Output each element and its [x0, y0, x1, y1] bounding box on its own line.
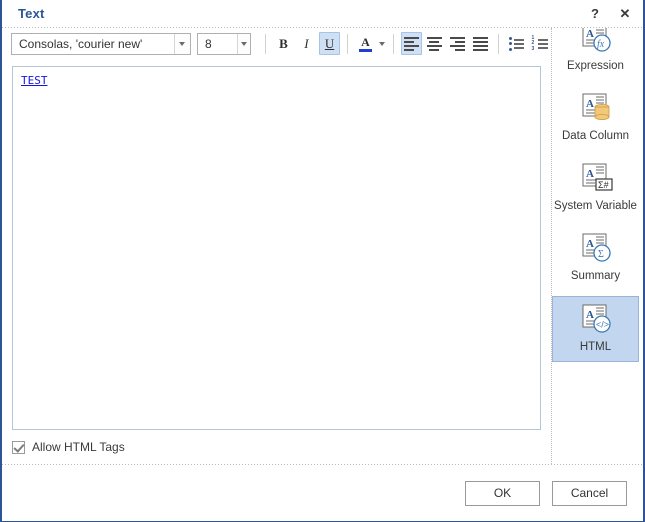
underline-icon: U [324, 36, 335, 51]
svg-text:Σ#: Σ# [598, 180, 609, 190]
close-icon[interactable]: ✕ [617, 5, 633, 23]
toolbar-divider [498, 33, 499, 54]
svg-text:A: A [586, 238, 594, 250]
element-panel-scrollbar[interactable] [639, 28, 643, 464]
font-color-chevron-down-icon[interactable] [377, 32, 387, 55]
dialog-titlebar: Text ? ✕ [2, 0, 643, 27]
panel-item-label: Summary [570, 270, 621, 282]
panel-item-system-variable[interactable]: A Σ# System Variable [552, 156, 639, 220]
expression-icon: A fx [577, 28, 615, 55]
dialog-footer: OK Cancel [2, 465, 643, 521]
svg-text:Σ: Σ [598, 249, 604, 260]
font-color-letter: A [361, 34, 370, 49]
html-icon: A </> [577, 303, 615, 336]
underline-button[interactable]: U [319, 32, 341, 55]
dialog-title: Text [18, 6, 45, 21]
titlebar-controls: ? ✕ [587, 0, 633, 27]
font-size-select[interactable]: 8 [197, 32, 251, 55]
allow-html-tags-row: Allow HTML Tags [2, 430, 551, 464]
allow-html-tags-label[interactable]: Allow HTML Tags [32, 440, 125, 454]
align-right-icon [449, 36, 465, 51]
editor-wrapper: TEST [2, 59, 551, 430]
align-justify-icon [473, 36, 489, 51]
svg-text:A: A [586, 28, 594, 40]
cancel-button[interactable]: Cancel [552, 480, 627, 506]
align-center-icon [426, 36, 442, 51]
numbered-list-button[interactable]: 123 [529, 32, 550, 55]
toolbar-divider [265, 33, 266, 54]
formatting-toolbar: Consolas, 'courier new' 8 B I U A 1 2 3 [2, 28, 551, 59]
rich-text-editor[interactable]: TEST [12, 66, 541, 430]
element-panel: A fx Expression A Data Column A Σ# Syste… [551, 28, 643, 464]
panel-item-label: Expression [567, 60, 624, 72]
font-family-chevron-down-icon[interactable] [173, 33, 190, 54]
editor-content-link[interactable]: TEST [21, 74, 48, 87]
system-variable-icon: A Σ# [577, 162, 615, 195]
svg-text:A: A [586, 98, 594, 110]
panel-item-label: Data Column [561, 130, 630, 142]
ok-button[interactable]: OK [465, 480, 540, 506]
bulleted-list-icon [508, 36, 524, 51]
panel-item-label: HTML [579, 341, 612, 353]
panel-item-summary[interactable]: A Σ Summary [552, 226, 639, 290]
bold-button[interactable]: B [273, 32, 294, 55]
font-color-icon: A [358, 34, 372, 52]
numbered-list-icon: 123 [532, 35, 548, 51]
panel-item-data-column[interactable]: A Data Column [552, 86, 639, 150]
align-right-button[interactable] [447, 32, 468, 55]
editor-column: Consolas, 'courier new' 8 B I U A 1 2 3 … [2, 28, 551, 464]
element-panel-list: A fx Expression A Data Column A Σ# Syste… [552, 28, 639, 368]
svg-text:A: A [586, 309, 594, 321]
panel-item-label: System Variable [554, 200, 637, 212]
dialog-body: Consolas, 'courier new' 8 B I U A 1 2 3 … [2, 28, 643, 464]
svg-text:A: A [586, 168, 594, 180]
font-family-value: Consolas, 'courier new' [19, 36, 143, 51]
italic-icon: I [304, 36, 309, 51]
toolbar-divider [347, 33, 348, 54]
font-color-button[interactable]: A [355, 32, 376, 55]
italic-button[interactable]: I [296, 32, 317, 55]
font-size-chevron-down-icon[interactable] [237, 33, 250, 54]
align-justify-button[interactable] [470, 32, 491, 55]
svg-text:fx: fx [597, 39, 605, 50]
toolbar-divider [392, 33, 394, 54]
data-column-icon: A [577, 92, 615, 125]
summary-icon: A Σ [577, 232, 615, 265]
panel-item-expression[interactable]: A fx Expression [552, 28, 639, 80]
help-icon[interactable]: ? [587, 5, 603, 23]
font-family-select[interactable]: Consolas, 'courier new' [11, 32, 191, 55]
bulleted-list-button[interactable] [506, 32, 527, 55]
align-left-button[interactable] [400, 32, 422, 55]
bold-icon: B [279, 36, 288, 51]
text-element-dialog: Text ? ✕ Consolas, 'courier new' 8 B I U… [0, 0, 645, 522]
svg-text:</>: </> [596, 320, 609, 330]
align-center-button[interactable] [424, 32, 445, 55]
align-left-icon [403, 36, 419, 51]
panel-item-html[interactable]: A </> HTML [552, 296, 639, 362]
allow-html-tags-checkbox[interactable] [12, 440, 25, 454]
font-size-value: 8 [205, 36, 212, 51]
